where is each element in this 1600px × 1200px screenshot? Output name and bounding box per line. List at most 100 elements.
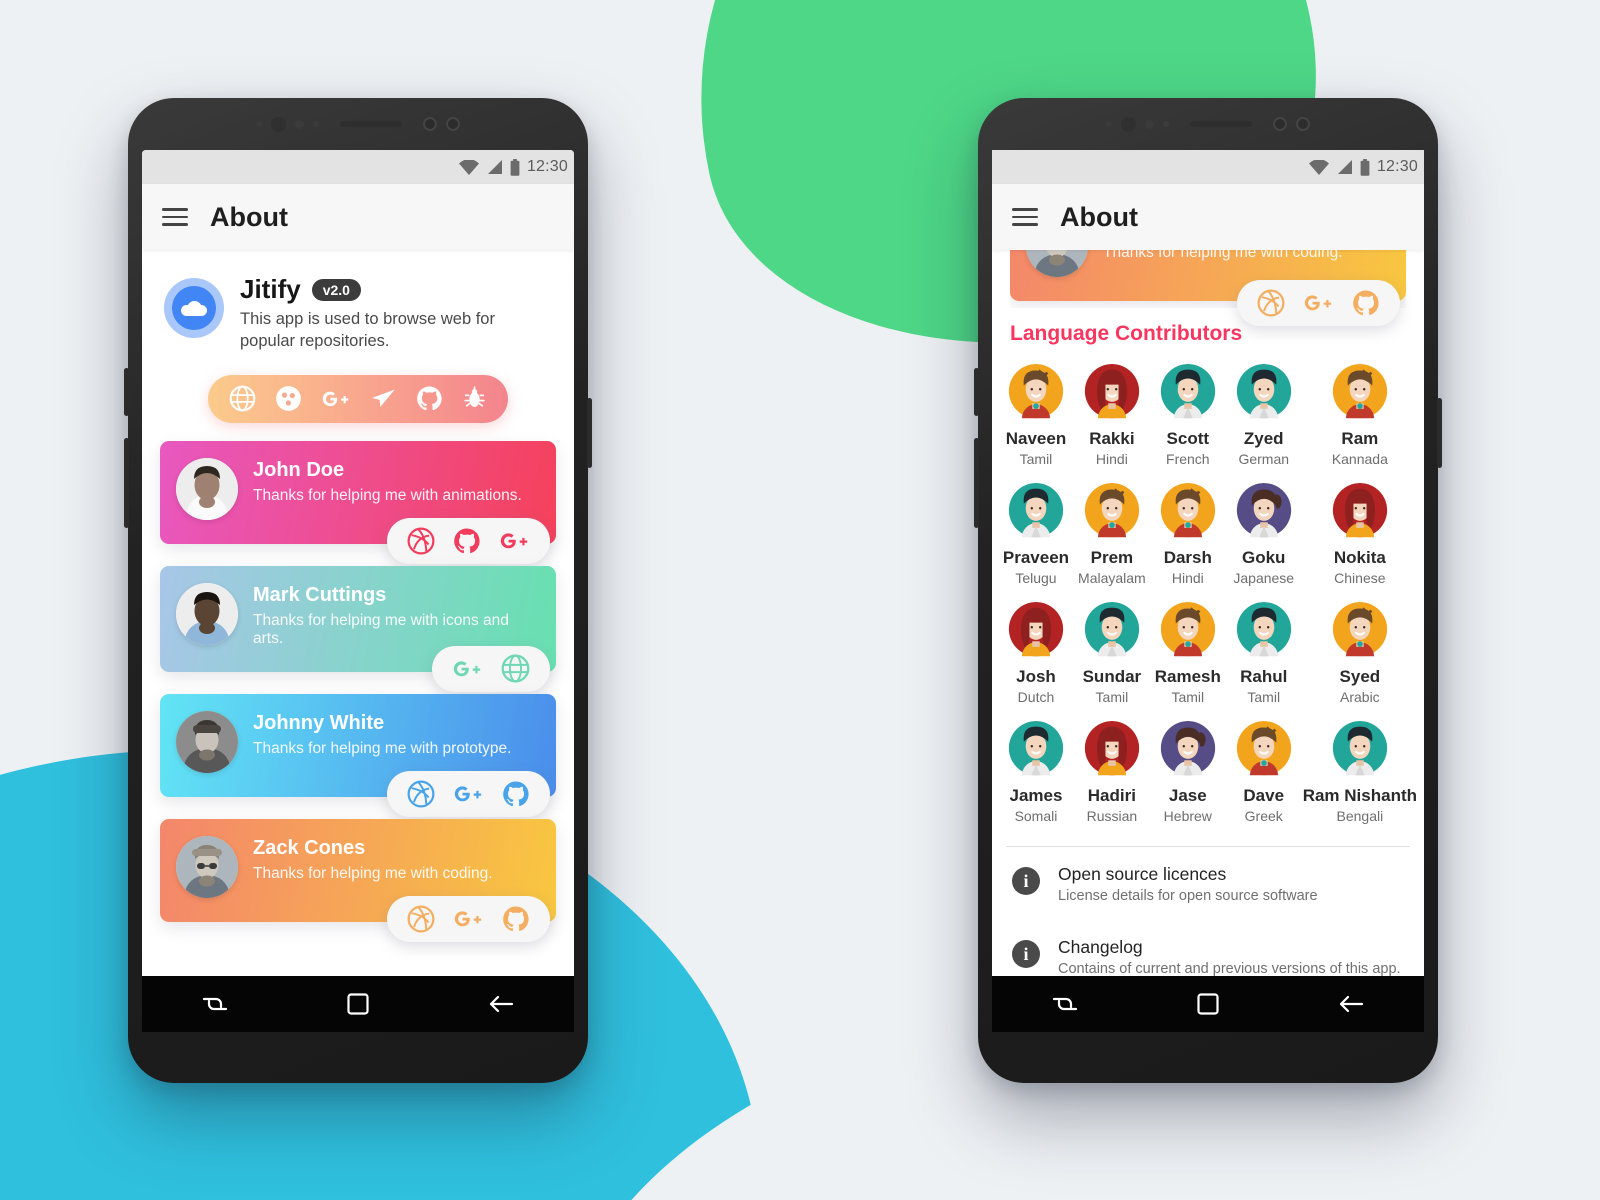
dribbble-icon[interactable] [275,385,302,412]
cloud-app-icon [164,278,224,338]
bug-icon[interactable] [462,386,487,411]
volume-button[interactable] [974,368,979,416]
signal-icon [487,159,502,174]
scroll-content-right[interactable]: Zack Cones Thanks for helping me with co… [992,250,1424,976]
language-contributor-item[interactable]: Ram Nishanth Bengali [1302,715,1418,830]
contributor-name: Naveen [1005,429,1067,448]
avatar [176,457,238,520]
contributor-name: Scott [1166,429,1210,448]
list-item-open-source-licences[interactable]: i Open source licences License details f… [992,847,1424,920]
contributor-language: Somali [1014,808,1058,824]
dribbble-icon[interactable] [407,780,435,808]
contributor-avatar [1331,721,1389,779]
language-contributor-item[interactable]: Hadiri Russian [1074,715,1150,830]
back-icon[interactable] [486,991,516,1017]
contributor-note: Thanks for helping me with prototype. [253,739,512,757]
iris-scanner-icon [423,117,437,131]
contributor-card[interactable]: Zack Cones Thanks for helping me with co… [160,818,556,942]
recents-icon[interactable] [1050,991,1080,1017]
hamburger-menu-icon[interactable] [1012,208,1038,226]
avatar [176,582,238,645]
github-icon[interactable] [1352,289,1380,317]
google-plus-icon[interactable] [499,530,530,552]
language-contributor-item[interactable]: Ram Kannada [1302,358,1418,473]
contributor-name: Hadiri [1087,786,1136,805]
app-description: This app is used to browse web for popul… [240,310,495,351]
web-icon[interactable] [229,385,256,412]
google-plus-icon[interactable] [453,783,484,805]
contributor-card[interactable]: John Doe Thanks for helping me with anim… [160,440,556,564]
dribbble-icon[interactable] [1257,289,1285,317]
list-item-changelog[interactable]: i Changelog Contains of current and prev… [992,920,1424,976]
list-item-subtitle: Contains of current and previous version… [1058,961,1401,976]
status-bar: 12:30 [992,150,1424,184]
android-navigation-bar [992,976,1424,1032]
contributor-card[interactable]: Johnny White Thanks for helping me with … [160,693,556,817]
contributor-language: Malayalam [1078,570,1146,586]
language-contributor-item[interactable]: Darsh Hindi [1150,477,1226,592]
contributor-avatar [1235,721,1293,779]
contributor-card[interactable]: Mark Cuttings Thanks for helping me with… [160,565,556,692]
power-button[interactable] [974,438,979,528]
language-contributor-item[interactable]: Praveen Telugu [998,477,1074,592]
language-contributor-item[interactable]: Syed Arabic [1302,596,1418,711]
phone-mockup-left: 12:30 About Jitify v2.0 This app is used… [124,98,592,1083]
language-contributor-item[interactable]: Prem Malayalam [1074,477,1150,592]
google-plus-icon[interactable] [452,658,483,680]
home-icon[interactable] [1195,991,1221,1017]
contributor-avatar [1083,602,1141,660]
github-icon[interactable] [416,385,443,412]
app-name: Jitify [240,274,301,304]
signal-icon [1337,159,1352,174]
info-icon: i [1012,867,1040,895]
page-title: About [1060,201,1138,232]
dribbble-icon[interactable] [407,527,435,555]
google-plus-icon[interactable] [1303,292,1334,314]
volume-button[interactable] [124,368,129,416]
earpiece-speaker [1190,121,1252,127]
github-icon[interactable] [453,527,481,555]
power-button[interactable] [124,438,129,528]
contributor-language: Tamil [1095,689,1129,705]
contributor-language: Bengali [1336,808,1384,824]
list-item-subtitle: License details for open source software [1058,888,1318,904]
contributor-name: Ramesh [1154,667,1221,686]
hamburger-menu-icon[interactable] [162,208,188,226]
contributor-language: Japanese [1233,570,1295,586]
language-contributor-item[interactable]: Nokita Chinese [1302,477,1418,592]
contributor-language: Dutch [1017,689,1055,705]
recents-icon[interactable] [200,991,230,1017]
language-contributor-item[interactable]: Dave Greek [1226,715,1302,830]
language-contributor-item[interactable]: Scott French [1150,358,1226,473]
web-icon[interactable] [501,654,530,683]
contributor-social-pill [387,517,550,564]
phone-mockup-right: 12:30 About Zack Cones Thanks fo [974,98,1442,1083]
language-contributor-item[interactable]: Goku Japanese [1226,477,1302,592]
app-info-block: Jitify v2.0 This app is used to browse w… [142,250,574,357]
dribbble-icon[interactable] [407,905,435,933]
phone-bezel-bottom [128,1036,588,1083]
front-camera-icon [1121,116,1136,132]
language-contributor-item[interactable]: Naveen Tamil [998,358,1074,473]
language-contributor-item[interactable]: Sundar Tamil [1074,596,1150,711]
language-contributor-item[interactable]: Ramesh Tamil [1150,596,1226,711]
google-plus-icon[interactable] [453,908,484,930]
language-contributor-item[interactable]: Josh Dutch [998,596,1074,711]
github-icon[interactable] [502,905,530,933]
contributor-name: Sundar [1082,667,1142,686]
scroll-content-left[interactable]: Jitify v2.0 This app is used to browse w… [142,250,574,976]
github-icon[interactable] [502,780,530,808]
language-contributor-item[interactable]: Rakki Hindi [1074,358,1150,473]
avatar [1026,250,1088,277]
language-contributor-item[interactable]: Zyed German [1226,358,1302,473]
language-contributor-item[interactable]: Rahul Tamil [1226,596,1302,711]
google-plus-icon[interactable] [321,388,351,410]
contributor-avatar [1331,483,1389,541]
contributor-name: Johnny White [253,711,385,734]
home-icon[interactable] [345,991,371,1017]
language-contributor-item[interactable]: James Somali [998,715,1074,830]
telegram-icon[interactable] [370,385,397,412]
back-icon[interactable] [1336,991,1366,1017]
language-contributor-item[interactable]: Jase Hebrew [1150,715,1226,830]
contributor-name: Ram Nishanth [1302,786,1417,805]
